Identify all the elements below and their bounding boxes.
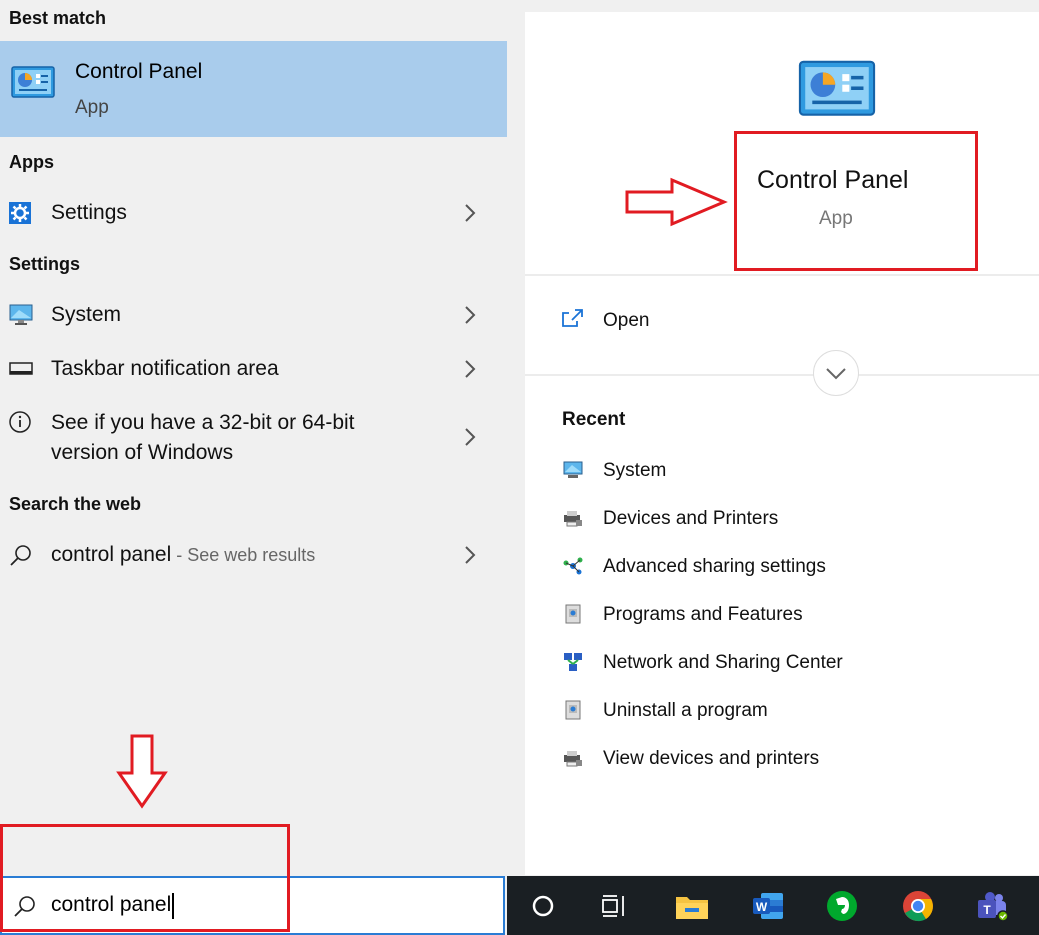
annotation-arrow-down-icon [116,733,168,809]
annotation-highlight-box [0,824,290,932]
printer-icon [562,507,584,529]
control-panel-icon [11,66,55,100]
programs-icon [562,699,584,721]
best-match-item[interactable] [0,41,507,137]
result-item-label-line1: See if you have a 32-bit or 64-bit [51,411,355,434]
recent-item-label: Devices and Printers [603,508,779,529]
result-item-taskbar-notification-area[interactable]: Taskbar notification area [0,346,507,392]
evernote-icon[interactable] [818,876,866,935]
chevron-right-icon[interactable] [462,304,478,326]
network-sharing-icon [562,555,584,577]
chevron-right-icon[interactable] [462,358,478,380]
open-icon [561,307,585,329]
recent-item[interactable]: Advanced sharing settings [525,554,1039,594]
printer-icon [562,747,584,769]
taskbar-icon [9,361,33,377]
recent-item[interactable]: Devices and Printers [525,506,1039,546]
chevron-right-icon[interactable] [462,426,478,448]
recent-item-label: System [603,460,667,481]
network-center-icon [562,651,584,673]
gear-icon [9,202,31,224]
best-match-title: Control Panel [75,60,203,83]
result-item-system[interactable]: System [0,292,507,338]
open-action[interactable]: Open [525,296,1039,346]
apps-header: Apps [9,152,54,172]
task-view-icon[interactable] [592,876,638,935]
chevron-right-icon[interactable] [462,544,478,566]
web-query: control panel [51,543,172,566]
chevron-right-icon[interactable] [462,202,478,224]
search-web-header: Search the web [9,494,142,514]
monitor-icon [9,304,33,326]
recent-item-label: Programs and Features [603,604,803,625]
word-icon[interactable]: W [744,876,792,935]
search-icon [9,543,33,567]
chrome-icon[interactable] [894,876,942,935]
result-item-label-line2: version of Windows [51,441,234,464]
file-explorer-icon[interactable] [668,876,716,935]
divider [525,374,1039,376]
recent-item[interactable]: Network and Sharing Center [525,650,1039,690]
best-match-header: Best match [9,8,107,28]
result-item-label: System [51,303,122,326]
divider [525,274,1039,276]
chevron-down-icon [826,368,846,380]
recent-item[interactable]: Programs and Features [525,602,1039,642]
web-suffix: - See web results [171,545,316,565]
svg-text:T: T [983,903,991,917]
cortana-icon[interactable] [520,876,566,935]
info-icon [9,411,31,433]
recent-header: Recent [562,409,626,430]
open-label: Open [603,310,650,331]
recent-item-label: View devices and printers [603,748,820,769]
teams-icon[interactable]: T [968,876,1016,935]
svg-text:W: W [756,900,768,914]
result-item-label: Taskbar notification area [51,357,279,380]
result-item-settings[interactable]: Settings [0,190,507,236]
best-match-subtitle: App [75,97,109,118]
result-item-32-64-bit[interactable]: See if you have a 32-bit or 64-bit versi… [0,400,507,476]
annotation-arrow-right-icon [624,176,728,228]
recent-item-label: Network and Sharing Center [603,652,843,673]
web-result-text: control panel - See web results [51,543,315,567]
expand-button[interactable] [813,350,859,396]
result-item-web-search[interactable]: control panel - See web results [0,532,507,578]
control-panel-large-icon [794,60,880,120]
recent-item-label: Uninstall a program [603,700,768,721]
settings-header: Settings [9,254,81,274]
result-item-label: Settings [51,201,127,224]
recent-item[interactable]: Uninstall a program [525,698,1039,738]
recent-item[interactable]: View devices and printers [525,746,1039,786]
recent-item-label: Advanced sharing settings [603,556,826,577]
recent-item[interactable]: System [525,458,1039,498]
annotation-highlight-box [734,131,978,271]
system-icon [562,459,584,481]
programs-icon [562,603,584,625]
